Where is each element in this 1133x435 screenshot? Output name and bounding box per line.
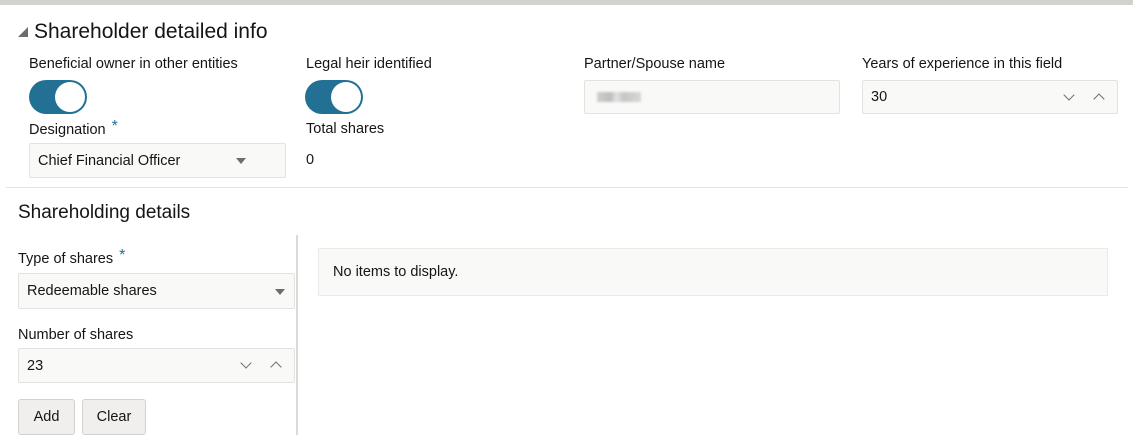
add-button[interactable]: Add — [18, 399, 75, 435]
type-of-shares-label: Type of shares * — [18, 247, 126, 268]
section-header[interactable]: Shareholder detailed info — [18, 20, 268, 44]
chevron-up-icon[interactable] — [1088, 86, 1110, 108]
shareholding-title: Shareholding details — [18, 202, 191, 223]
experience-value: 30 — [871, 89, 888, 105]
designation-select[interactable]: Chief Financial Officer — [29, 143, 286, 178]
chevron-down-icon[interactable] — [1058, 86, 1080, 108]
collapse-triangle-icon[interactable] — [18, 27, 28, 37]
empty-message: No items to display. — [333, 264, 459, 280]
designation-label: Designation * — [29, 118, 118, 139]
shareholder-panel: Shareholder detailed info Beneficial own… — [0, 0, 1133, 435]
partner-name-field[interactable] — [584, 80, 840, 114]
toggle-knob — [55, 82, 85, 112]
experience-stepper[interactable]: 30 — [862, 80, 1118, 114]
required-asterisk: * — [119, 247, 126, 264]
number-of-shares-value: 23 — [27, 357, 44, 374]
panel-splitter — [296, 235, 298, 435]
designation-value: Chief Financial Officer — [38, 152, 181, 169]
designation-label-text: Designation — [29, 122, 106, 138]
legal-heir-label: Legal heir identified — [306, 56, 432, 72]
legal-heir-toggle[interactable] — [305, 80, 363, 114]
required-asterisk: * — [111, 118, 118, 135]
section-divider — [6, 187, 1128, 188]
chevron-down-icon[interactable] — [235, 354, 257, 376]
type-of-shares-select[interactable]: Redeemable shares — [18, 273, 295, 309]
top-border — [0, 0, 1133, 5]
chevron-up-icon[interactable] — [265, 354, 287, 376]
caret-down-icon[interactable] — [275, 289, 285, 295]
caret-down-icon[interactable] — [236, 158, 246, 164]
type-of-shares-label-text: Type of shares — [18, 251, 114, 267]
clear-button[interactable]: Clear — [82, 399, 146, 435]
shareholding-table: No items to display. — [318, 248, 1108, 296]
total-shares-label: Total shares — [306, 121, 385, 137]
redacted-name — [597, 92, 641, 102]
total-shares-value: 0 — [306, 152, 315, 168]
partner-name-label: Partner/Spouse name — [584, 56, 726, 72]
toggle-knob — [331, 82, 361, 112]
number-of-shares-label: Number of shares — [18, 327, 134, 343]
beneficial-owner-label: Beneficial owner in other entities — [29, 56, 238, 72]
beneficial-owner-toggle[interactable] — [29, 80, 87, 114]
type-of-shares-value: Redeemable shares — [27, 283, 157, 299]
experience-label: Years of experience in this field — [862, 56, 1063, 72]
section-title: Shareholder detailed info — [34, 20, 268, 43]
number-of-shares-stepper[interactable]: 23 — [18, 348, 295, 383]
